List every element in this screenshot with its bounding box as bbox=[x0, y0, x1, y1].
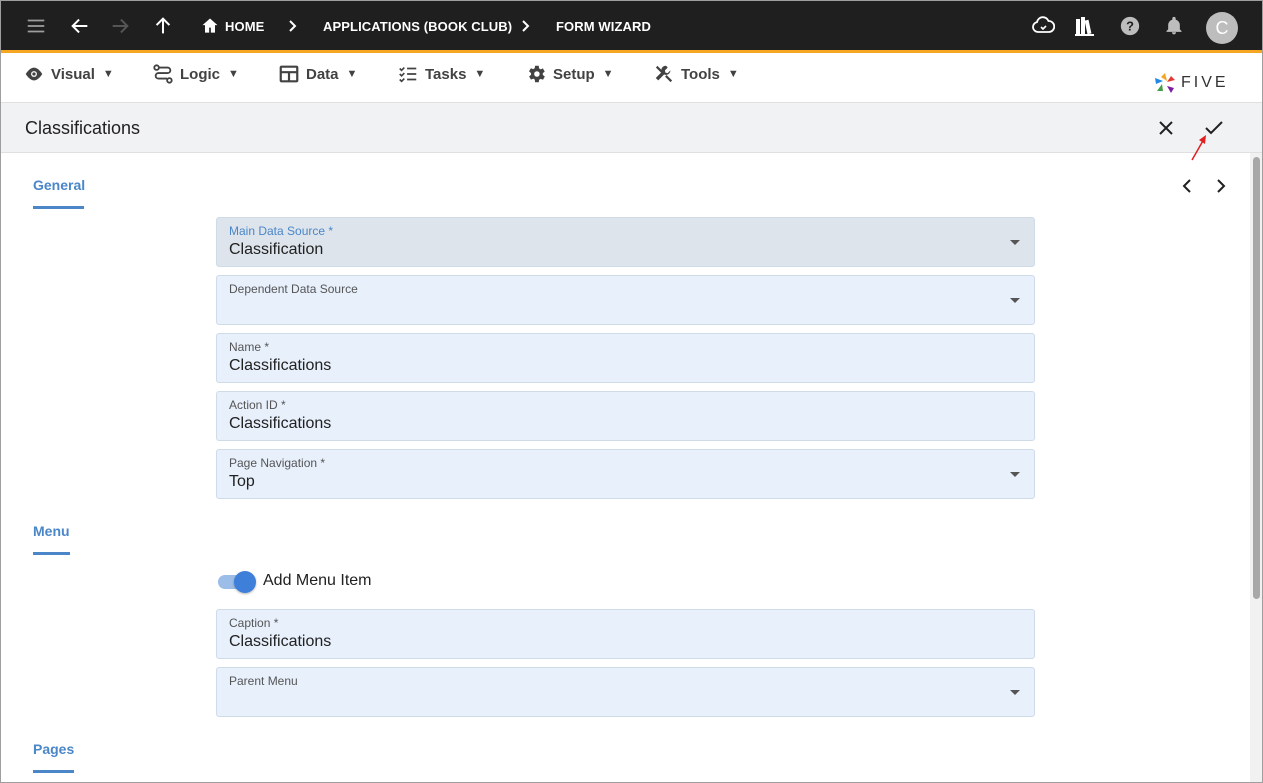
close-icon bbox=[1159, 121, 1173, 135]
main-menu-bar: Visual ▼ Logic ▼ Data ▼ Tasks ▼ Setup ▼ … bbox=[1, 53, 1262, 103]
name-field[interactable]: Name * Classifications bbox=[216, 333, 1035, 383]
field-label: Main Data Source * bbox=[229, 224, 334, 238]
menu-visual[interactable]: Visual ▼ bbox=[23, 63, 114, 85]
caret-down-icon: ▼ bbox=[602, 68, 614, 80]
library-icon[interactable] bbox=[1072, 13, 1098, 39]
avatar[interactable]: C bbox=[1206, 12, 1238, 44]
section-general-underline bbox=[33, 206, 84, 209]
forward-arrow-icon[interactable] bbox=[107, 13, 133, 39]
field-value: Classification bbox=[229, 241, 324, 258]
scrollbar-thumb[interactable] bbox=[1253, 157, 1260, 599]
menu-logic-label: Logic bbox=[180, 65, 220, 83]
field-label: Caption * bbox=[229, 616, 279, 630]
logic-icon bbox=[153, 64, 173, 84]
top-app-bar: HOME APPLICATIONS (BOOK CLUB) FORM WIZAR… bbox=[1, 1, 1262, 53]
menu-setup[interactable]: Setup ▼ bbox=[525, 63, 614, 85]
field-label: Name * bbox=[229, 340, 270, 354]
notifications-icon[interactable] bbox=[1161, 13, 1187, 39]
field-value: Classifications bbox=[229, 415, 332, 432]
previous-page-button[interactable] bbox=[1177, 176, 1197, 196]
menu-tasks-label: Tasks bbox=[425, 65, 467, 83]
menu-logic[interactable]: Logic ▼ bbox=[152, 63, 239, 85]
cloud-deploy-icon[interactable] bbox=[1030, 13, 1056, 39]
menu-icon[interactable] bbox=[23, 13, 49, 39]
dropdown-arrow-icon bbox=[1010, 298, 1020, 303]
caret-down-icon: ▼ bbox=[727, 68, 739, 80]
svg-text:?: ? bbox=[1126, 19, 1134, 34]
dependent-data-source-select[interactable]: Dependent Data Source bbox=[216, 275, 1035, 325]
breadcrumb-form-wizard[interactable]: FORM WIZARD bbox=[556, 19, 651, 34]
five-logo: FIVE bbox=[1153, 71, 1229, 95]
chevron-right-icon bbox=[1217, 179, 1226, 193]
dropdown-arrow-icon bbox=[1010, 240, 1020, 245]
section-pages-tab[interactable]: Pages bbox=[33, 741, 74, 757]
field-label: Action ID * bbox=[229, 398, 286, 412]
add-menu-item-label: Add Menu Item bbox=[263, 572, 372, 589]
section-menu-underline bbox=[33, 552, 70, 555]
breadcrumb-home[interactable]: HOME bbox=[225, 19, 264, 34]
caret-down-icon: ▼ bbox=[228, 68, 239, 80]
app-window: HOME APPLICATIONS (BOOK CLUB) FORM WIZAR… bbox=[0, 0, 1263, 783]
main-data-source-select[interactable]: Main Data Source * Classification bbox=[216, 217, 1035, 267]
action-id-field[interactable]: Action ID * Classifications bbox=[216, 391, 1035, 441]
caption-field[interactable]: Caption * Classifications bbox=[216, 609, 1035, 659]
menu-visual-label: Visual bbox=[51, 65, 95, 83]
next-page-button[interactable] bbox=[1211, 176, 1231, 196]
caret-down-icon: ▼ bbox=[474, 68, 486, 80]
section-pages-underline bbox=[33, 770, 74, 773]
page-navigation-select[interactable]: Page Navigation * Top bbox=[216, 449, 1035, 499]
section-menu-tab[interactable]: Menu bbox=[33, 523, 70, 539]
chevron-right-icon bbox=[520, 18, 532, 39]
chevron-right-icon bbox=[287, 18, 299, 39]
breadcrumb-applications[interactable]: APPLICATIONS (BOOK CLUB) bbox=[323, 19, 512, 34]
toggle-knob bbox=[234, 571, 256, 593]
eye-icon bbox=[25, 67, 43, 81]
tools-icon bbox=[655, 65, 673, 83]
home-icon[interactable] bbox=[197, 13, 223, 39]
field-value: Classifications bbox=[229, 633, 332, 650]
back-arrow-icon[interactable] bbox=[67, 13, 93, 39]
five-logo-mark-icon bbox=[1155, 73, 1175, 93]
annotation-arrow-icon bbox=[1191, 135, 1206, 161]
section-general-tab[interactable]: General bbox=[33, 177, 85, 193]
menu-tools[interactable]: Tools ▼ bbox=[653, 63, 739, 85]
field-label: Page Navigation * bbox=[229, 456, 326, 470]
parent-menu-select[interactable]: Parent Menu bbox=[216, 667, 1035, 717]
menu-tools-label: Tools bbox=[681, 65, 720, 83]
menu-setup-label: Setup bbox=[553, 65, 595, 83]
vertical-scrollbar[interactable] bbox=[1250, 153, 1262, 782]
field-value: Top bbox=[229, 473, 255, 490]
logo-text: FIVE bbox=[1181, 74, 1229, 91]
caret-down-icon: ▼ bbox=[346, 68, 358, 80]
table-icon bbox=[279, 65, 299, 83]
chevron-left-icon bbox=[1182, 179, 1191, 193]
field-label: Parent Menu bbox=[229, 674, 298, 688]
cancel-button[interactable] bbox=[1155, 117, 1177, 139]
menu-data-label: Data bbox=[306, 65, 339, 83]
gear-icon bbox=[529, 65, 545, 83]
help-icon[interactable]: ? bbox=[1117, 13, 1143, 39]
field-value: Classifications bbox=[229, 357, 332, 374]
form-title-bar: Classifications bbox=[1, 103, 1262, 153]
field-label: Dependent Data Source bbox=[229, 282, 358, 296]
dropdown-arrow-icon bbox=[1010, 472, 1020, 477]
dropdown-arrow-icon bbox=[1010, 690, 1020, 695]
caret-down-icon: ▼ bbox=[102, 68, 114, 80]
menu-tasks[interactable]: Tasks ▼ bbox=[397, 63, 485, 85]
add-menu-item-toggle[interactable] bbox=[216, 571, 256, 593]
up-arrow-icon[interactable] bbox=[150, 13, 176, 39]
page-title: Classifications bbox=[25, 118, 141, 138]
menu-data[interactable]: Data ▼ bbox=[278, 63, 357, 85]
tasks-icon bbox=[399, 66, 417, 83]
